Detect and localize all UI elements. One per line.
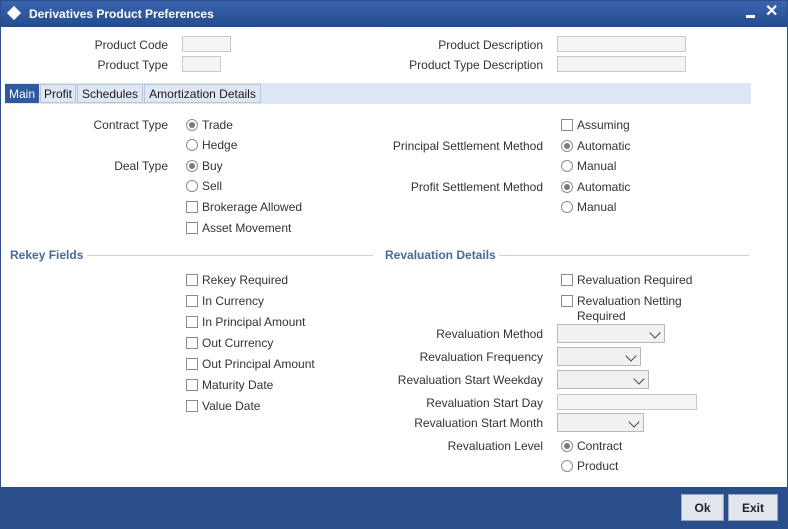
revaluation-frequency-select[interactable] xyxy=(557,347,641,366)
revaluation-start-weekday-label: Revaluation Start Weekday xyxy=(397,373,543,387)
revaluation-method-label: Revaluation Method xyxy=(436,327,543,341)
tab-amortization-details[interactable]: Amortization Details xyxy=(144,84,261,103)
product-type-description-input[interactable] xyxy=(557,56,686,72)
tab-schedules[interactable]: Schedules xyxy=(77,84,143,103)
product-description-input[interactable] xyxy=(557,36,686,52)
maturity-date-checkbox[interactable] xyxy=(186,379,198,391)
close-icon[interactable]: ✕ xyxy=(765,3,778,21)
revaluation-level-contract-label: Contract xyxy=(577,439,623,453)
revaluation-divider xyxy=(499,255,749,256)
contract-type-hedge-label: Hedge xyxy=(202,138,238,152)
rekey-fields-title: Rekey Fields xyxy=(10,248,84,262)
maturity-date-label: Maturity Date xyxy=(202,378,274,392)
revaluation-level-label: Revaluation Level xyxy=(447,439,543,453)
contract-type-trade-radio[interactable] xyxy=(186,119,198,131)
value-date-label: Value Date xyxy=(202,399,261,413)
out-currency-checkbox[interactable] xyxy=(186,337,198,349)
revaluation-required-checkbox[interactable] xyxy=(561,274,573,286)
deal-type-buy-radio[interactable] xyxy=(186,160,198,172)
deal-type-buy-label: Buy xyxy=(202,159,223,173)
revaluation-level-contract-radio[interactable] xyxy=(561,440,573,452)
revaluation-start-weekday-select[interactable] xyxy=(557,370,649,389)
product-type-label: Product Type xyxy=(97,58,169,72)
brokerage-allowed-label: Brokerage Allowed xyxy=(202,200,303,214)
exit-button[interactable]: Exit xyxy=(728,494,778,521)
deal-type-sell-radio[interactable] xyxy=(186,180,198,192)
principal-settlement-automatic-radio[interactable] xyxy=(561,140,573,152)
profit-settlement-automatic-radio[interactable] xyxy=(561,181,573,193)
in-currency-checkbox[interactable] xyxy=(186,295,198,307)
revaluation-start-month-label: Revaluation Start Month xyxy=(414,416,543,430)
ok-button[interactable]: Ok xyxy=(681,494,724,521)
title-bar: Derivatives Product Preferences ✕ xyxy=(1,1,787,27)
rekey-required-checkbox[interactable] xyxy=(186,274,198,286)
revaluation-method-select[interactable] xyxy=(557,324,665,343)
revaluation-required-label: Revaluation Required xyxy=(577,273,693,287)
chevron-down-icon xyxy=(625,350,637,362)
contract-type-trade-label: Trade xyxy=(202,118,233,132)
profit-settlement-automatic-label: Automatic xyxy=(577,180,631,194)
revaluation-start-day-input[interactable] xyxy=(557,394,697,410)
contract-type-hedge-radio[interactable] xyxy=(186,139,198,151)
assuming-label: Assuming xyxy=(577,118,630,132)
chevron-down-icon xyxy=(633,373,645,385)
out-principal-amount-checkbox[interactable] xyxy=(186,358,198,370)
asset-movement-label: Asset Movement xyxy=(202,221,292,235)
product-description-label: Product Description xyxy=(438,38,543,52)
footer-bar xyxy=(1,487,787,528)
contract-type-label: Contract Type xyxy=(93,118,168,132)
tab-bar: Main Profit Schedules Amortization Detai… xyxy=(5,83,751,104)
profit-settlement-manual-label: Manual xyxy=(577,200,617,214)
revaluation-details-title: Revaluation Details xyxy=(385,248,496,262)
revaluation-level-product-radio[interactable] xyxy=(561,460,573,472)
revaluation-start-day-label: Revaluation Start Day xyxy=(426,396,543,410)
product-type-input[interactable] xyxy=(182,56,221,72)
minimize-icon[interactable] xyxy=(745,5,757,21)
out-currency-label: Out Currency xyxy=(202,336,274,350)
value-date-checkbox[interactable] xyxy=(186,400,198,412)
app-diamond-icon xyxy=(6,5,22,21)
revaluation-level-product-label: Product xyxy=(577,459,619,473)
revaluation-netting-label: Revaluation Netting xyxy=(577,294,682,308)
product-type-description-label: Product Type Description xyxy=(409,58,543,72)
asset-movement-checkbox[interactable] xyxy=(186,222,198,234)
deal-type-sell-label: Sell xyxy=(202,179,223,193)
principal-settlement-automatic-label: Automatic xyxy=(577,139,631,153)
revaluation-netting-label-line2: Required xyxy=(577,309,626,323)
in-principal-amount-checkbox[interactable] xyxy=(186,316,198,328)
product-code-input[interactable] xyxy=(182,36,231,52)
chevron-down-icon xyxy=(628,416,640,428)
profit-settlement-label: Profit Settlement Method xyxy=(410,180,543,194)
profit-settlement-manual-radio[interactable] xyxy=(561,201,573,213)
dialog-window: Derivatives Product Preferences ✕ Produc… xyxy=(0,0,788,529)
revaluation-start-month-select[interactable] xyxy=(557,413,644,432)
rekey-divider xyxy=(87,255,373,256)
in-currency-label: In Currency xyxy=(202,294,265,308)
brokerage-allowed-checkbox[interactable] xyxy=(186,201,198,213)
chevron-down-icon xyxy=(649,327,661,339)
window-title: Derivatives Product Preferences xyxy=(29,7,214,21)
rekey-required-label: Rekey Required xyxy=(202,273,289,287)
revaluation-netting-required-checkbox[interactable] xyxy=(561,295,573,307)
deal-type-label: Deal Type xyxy=(114,159,168,173)
principal-settlement-label: Principal Settlement Method xyxy=(392,139,543,153)
out-principal-amount-label: Out Principal Amount xyxy=(202,357,315,371)
principal-settlement-manual-label: Manual xyxy=(577,159,617,173)
product-code-label: Product Code xyxy=(94,38,168,52)
tab-profit[interactable]: Profit xyxy=(40,84,76,103)
in-principal-amount-label: In Principal Amount xyxy=(202,315,306,329)
assuming-checkbox[interactable] xyxy=(561,119,573,131)
tab-main[interactable]: Main xyxy=(5,84,39,103)
revaluation-frequency-label: Revaluation Frequency xyxy=(419,350,543,364)
principal-settlement-manual-radio[interactable] xyxy=(561,160,573,172)
